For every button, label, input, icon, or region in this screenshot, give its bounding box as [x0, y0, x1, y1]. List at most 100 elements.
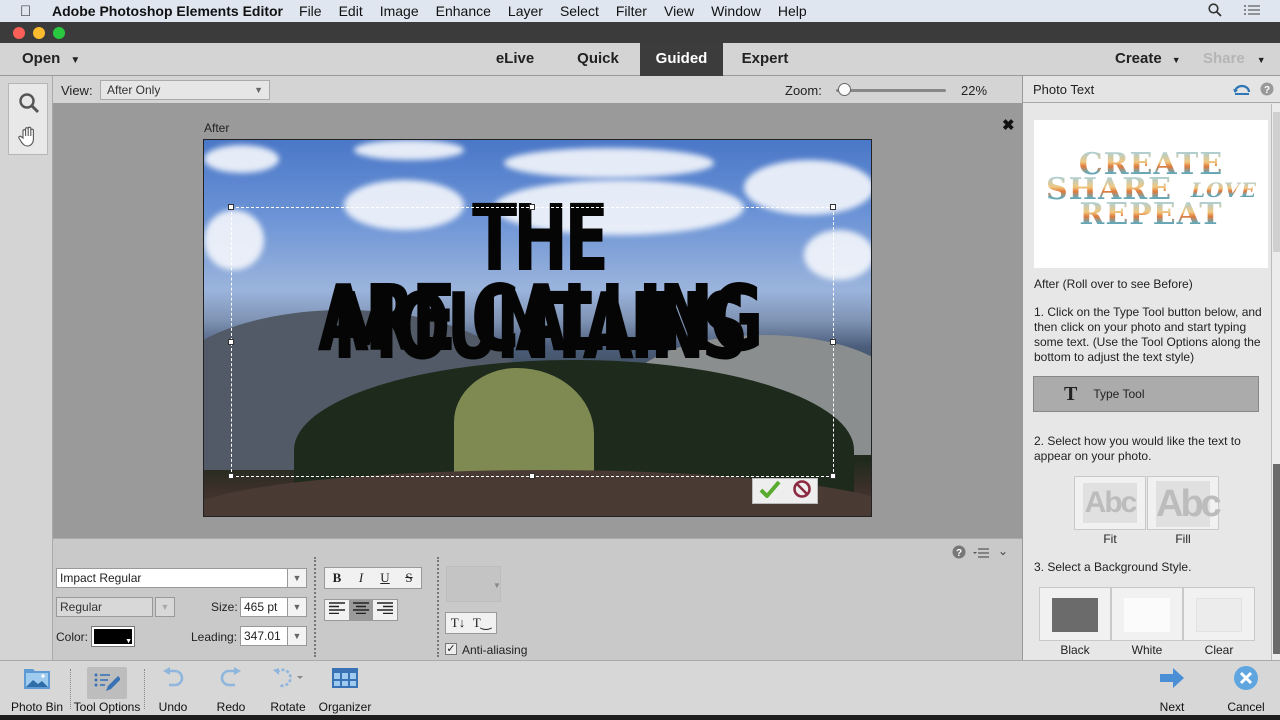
- tool-options-button[interactable]: Tool Options: [73, 661, 141, 716]
- divider: [70, 669, 71, 709]
- minimize-window-button[interactable]: [33, 27, 45, 39]
- bold-button[interactable]: B: [325, 568, 349, 588]
- align-right-button[interactable]: [373, 600, 397, 620]
- reset-icon[interactable]: [1233, 82, 1251, 101]
- hand-tool-icon[interactable]: [17, 124, 41, 153]
- chevron-down-icon: ▼: [1171, 55, 1181, 65]
- collapse-chevron-icon[interactable]: ⌄: [998, 544, 1008, 558]
- resize-handle[interactable]: [830, 473, 836, 479]
- zoom-slider-handle[interactable]: [838, 83, 851, 96]
- view-select[interactable]: After Only ▼: [100, 80, 270, 100]
- align-left-button[interactable]: [325, 600, 349, 620]
- resize-handle[interactable]: [529, 204, 535, 210]
- align-center-button[interactable]: [349, 600, 373, 620]
- menu-image[interactable]: Image: [380, 3, 419, 19]
- anti-aliasing-checkbox[interactable]: ✓: [445, 643, 457, 655]
- bg-black-button[interactable]: [1039, 587, 1111, 641]
- resize-handle[interactable]: [228, 339, 234, 345]
- app-name[interactable]: Adobe Photoshop Elements Editor: [52, 3, 283, 19]
- font-family-field[interactable]: Impact Regular: [56, 568, 289, 588]
- cancel-circle-icon[interactable]: [792, 479, 812, 504]
- photo-bin-icon: [6, 661, 68, 695]
- close-icon[interactable]: ✖: [1002, 116, 1015, 134]
- leading-dropdown[interactable]: ▼: [287, 626, 307, 646]
- cancel-button[interactable]: Cancel: [1222, 661, 1270, 716]
- tab-guided[interactable]: Guided: [640, 43, 723, 76]
- resize-handle[interactable]: [830, 339, 836, 345]
- menu-layer[interactable]: Layer: [508, 3, 543, 19]
- zoom-window-button[interactable]: [53, 27, 65, 39]
- before-after-preview[interactable]: CREATE SHARE LOVE REPEAT: [1034, 120, 1268, 268]
- fit-option-button[interactable]: Abc: [1074, 476, 1146, 530]
- panel-menu-icon[interactable]: [973, 546, 989, 564]
- underline-button[interactable]: U: [373, 568, 397, 588]
- rotate-label: Rotate: [270, 700, 306, 714]
- menu-enhance[interactable]: Enhance: [436, 3, 491, 19]
- redo-icon: [205, 661, 257, 695]
- organizer-button[interactable]: Organizer: [318, 661, 372, 716]
- next-button[interactable]: Next: [1150, 661, 1194, 716]
- resize-handle[interactable]: [830, 204, 836, 210]
- redo-button[interactable]: Redo: [205, 661, 257, 716]
- menu-view[interactable]: View: [664, 3, 694, 19]
- divider: [144, 669, 145, 709]
- font-family-dropdown[interactable]: ▼: [287, 568, 307, 588]
- create-button[interactable]: Create ▼: [1115, 50, 1181, 67]
- type-tool-button[interactable]: T Type Tool: [1033, 376, 1259, 412]
- menu-window[interactable]: Window: [711, 3, 761, 19]
- zoom-tool-icon[interactable]: [18, 92, 40, 119]
- leading-field[interactable]: 347.01: [240, 626, 289, 646]
- zoom-slider-track[interactable]: [836, 89, 946, 92]
- resize-handle[interactable]: [529, 473, 535, 479]
- organizer-icon: [318, 661, 372, 695]
- scrollbar-thumb[interactable]: [1273, 464, 1280, 654]
- toolbox: [0, 76, 53, 660]
- menu-filter[interactable]: Filter: [616, 3, 647, 19]
- warp-text-icon[interactable]: T‿: [470, 613, 494, 633]
- menu-edit[interactable]: Edit: [339, 3, 363, 19]
- font-style-dropdown[interactable]: ▼: [155, 597, 175, 617]
- menu-help[interactable]: Help: [778, 3, 807, 19]
- tab-elive[interactable]: eLive: [480, 43, 550, 76]
- undo-icon: [148, 661, 198, 695]
- open-button[interactable]: Open ▼: [22, 50, 80, 67]
- photo-bin-button[interactable]: Photo Bin: [6, 661, 68, 716]
- commit-checkmark-icon[interactable]: [759, 480, 781, 503]
- resize-handle[interactable]: [228, 473, 234, 479]
- bg-clear-button[interactable]: [1183, 587, 1255, 641]
- tab-expert[interactable]: Expert: [730, 43, 800, 76]
- share-button[interactable]: Share ▼: [1203, 50, 1266, 67]
- window-title-bar: [0, 22, 1280, 43]
- apple-icon[interactable]: : [20, 3, 38, 20]
- tab-quick[interactable]: Quick: [563, 43, 633, 76]
- tool-options-label: Tool Options: [73, 700, 141, 714]
- rotate-button[interactable]: Rotate: [262, 661, 314, 716]
- bg-white-button[interactable]: [1111, 587, 1183, 641]
- text-bounding-box[interactable]: [228, 204, 836, 479]
- size-dropdown[interactable]: ▼: [287, 597, 307, 617]
- help-icon[interactable]: ?: [1260, 82, 1274, 101]
- resize-handle[interactable]: [228, 204, 234, 210]
- divider: [437, 557, 439, 657]
- bottom-edge: [0, 715, 1280, 720]
- color-swatch[interactable]: ▼: [91, 626, 135, 647]
- size-field[interactable]: 465 pt: [240, 597, 289, 617]
- chevron-down-icon[interactable]: ▼: [493, 581, 501, 590]
- fill-abc-icon: Abc: [1156, 481, 1222, 527]
- panel-scrollbar[interactable]: [1271, 104, 1280, 660]
- strikethrough-button[interactable]: S: [397, 568, 421, 588]
- menu-file[interactable]: File: [299, 3, 322, 19]
- fill-option-button[interactable]: Abc: [1147, 476, 1222, 530]
- close-window-button[interactable]: [13, 27, 25, 39]
- chevron-down-icon: ▼: [1256, 55, 1266, 65]
- help-icon[interactable]: ?: [952, 545, 966, 564]
- undo-button[interactable]: Undo: [148, 661, 198, 716]
- font-style-field[interactable]: Regular: [56, 597, 153, 617]
- notification-center-icon[interactable]: [1244, 3, 1260, 19]
- photo-canvas[interactable]: THE MOUNTAINS ARE CALLING: [203, 139, 872, 517]
- view-label: View:: [61, 83, 93, 98]
- italic-button[interactable]: I: [349, 568, 373, 588]
- spotlight-search-icon[interactable]: [1208, 2, 1222, 20]
- menu-select[interactable]: Select: [560, 3, 599, 19]
- toggle-orientation-icon[interactable]: T↓: [446, 613, 470, 633]
